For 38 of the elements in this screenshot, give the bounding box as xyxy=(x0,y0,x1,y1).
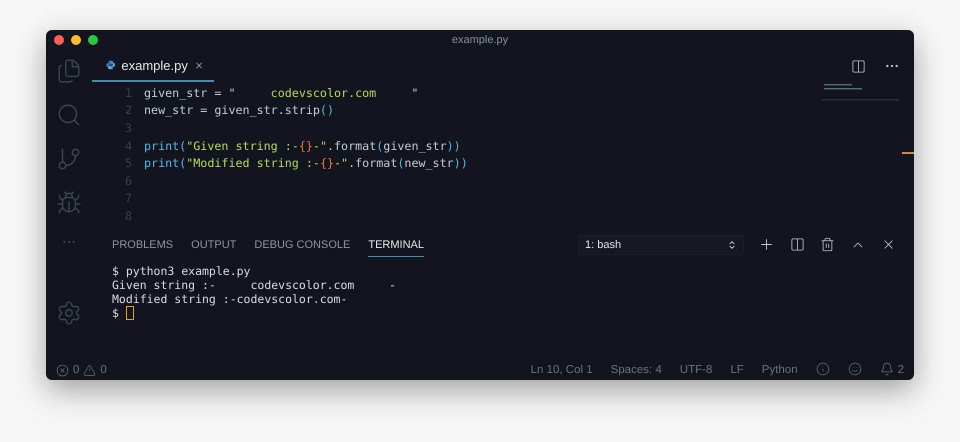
info-icon[interactable] xyxy=(816,362,830,376)
panel-tab[interactable]: PROBLEMS xyxy=(112,232,174,258)
split-editor-icon[interactable] xyxy=(851,58,866,74)
terminal-cursor xyxy=(126,306,134,320)
terminal-line: Modified string :-codevscolor.com- xyxy=(112,292,348,306)
feedback-icon[interactable] xyxy=(848,362,862,376)
select-arrows-icon xyxy=(727,240,737,250)
window-title: example.py xyxy=(452,34,508,46)
code-line: print("Modified string :-{}-".format(new_str)) xyxy=(144,156,468,170)
ruler-mark xyxy=(902,152,914,154)
panel-tab[interactable]: OUTPUT xyxy=(191,232,236,258)
warning-icon xyxy=(83,364,96,376)
editor-tab[interactable]: example.py xyxy=(92,50,214,82)
code-line: given_str = " codevscolor.com " xyxy=(144,86,418,100)
split-terminal-icon[interactable] xyxy=(790,237,805,252)
error-count: 0 xyxy=(73,364,80,376)
bell-icon[interactable] xyxy=(880,362,894,376)
code-line: new_str = given_str.strip() xyxy=(144,103,334,118)
status-item[interactable]: LF xyxy=(730,364,744,376)
status-item[interactable]: Python xyxy=(762,364,798,376)
maximize-window-button[interactable] xyxy=(88,35,98,45)
panel-tab[interactable]: DEBUG CONSOLE xyxy=(254,232,350,258)
error-icon xyxy=(56,364,69,376)
notification-count: 2 xyxy=(898,364,904,376)
terminal-line: $ xyxy=(112,306,120,320)
warning-count: 0 xyxy=(100,364,107,376)
status-item[interactable]: Ln 10, Col 1 xyxy=(530,364,593,376)
status-item[interactable]: UTF-8 xyxy=(680,364,712,376)
close-window-button[interactable] xyxy=(54,35,64,45)
code-line: print("Given string :-{}-".format(given_str)) xyxy=(144,138,461,153)
panel-tab[interactable]: TERMINAL xyxy=(368,232,424,258)
trash-icon[interactable] xyxy=(820,237,835,252)
terminal-line: $ python3 example.py xyxy=(112,264,250,278)
minimize-window-button[interactable] xyxy=(71,35,81,45)
terminal-select[interactable]: 1: bash xyxy=(578,234,744,255)
status-item[interactable]: Spaces: 4 xyxy=(610,364,662,376)
terminal-line: Given string :- codevscolor.com - xyxy=(112,278,396,292)
python-file-icon xyxy=(106,59,116,71)
